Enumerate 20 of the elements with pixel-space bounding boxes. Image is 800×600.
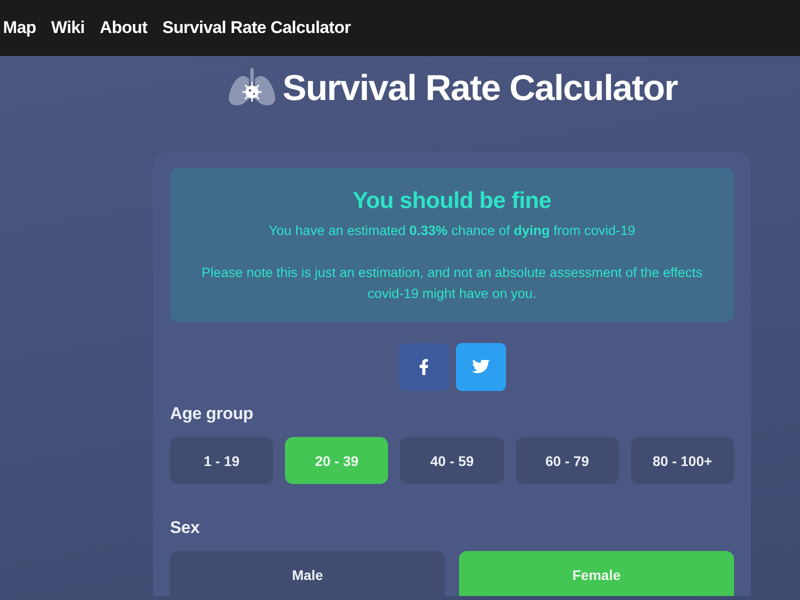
twitter-button[interactable] [456, 343, 506, 391]
section-label: Sex [170, 517, 201, 539]
lungs-icon [226, 68, 277, 108]
estimate-text: You have an estimated 0.33% chance of dying from covid-19 [268, 222, 636, 240]
section-label: Age group [170, 403, 254, 425]
option-button[interactable]: 60 - 79 [516, 437, 619, 484]
option-button[interactable]: 40 - 59 [400, 437, 504, 484]
option-button[interactable]: 1 - 19 [170, 437, 274, 484]
option-button[interactable]: Male [170, 551, 445, 596]
disclaimer-text: Please note this is just an estimation, and not an absolute assessment of the effects covid-19 might have on you. [200, 264, 704, 303]
option-button[interactable]: 80 - 100+ [630, 437, 734, 484]
bird-icon [472, 360, 490, 374]
page-title: Survival Rate Calculator [282, 67, 678, 109]
nav-link[interactable]: Wiki [51, 18, 85, 38]
nav-link[interactable]: Survival Rate Calculator [162, 18, 351, 38]
facebook-button[interactable] [398, 343, 448, 391]
nav-link[interactable]: Map [3, 18, 36, 38]
result-heading: You should be fine [352, 186, 552, 214]
nav-link[interactable]: About [100, 18, 148, 38]
facebook-icon [418, 359, 428, 375]
